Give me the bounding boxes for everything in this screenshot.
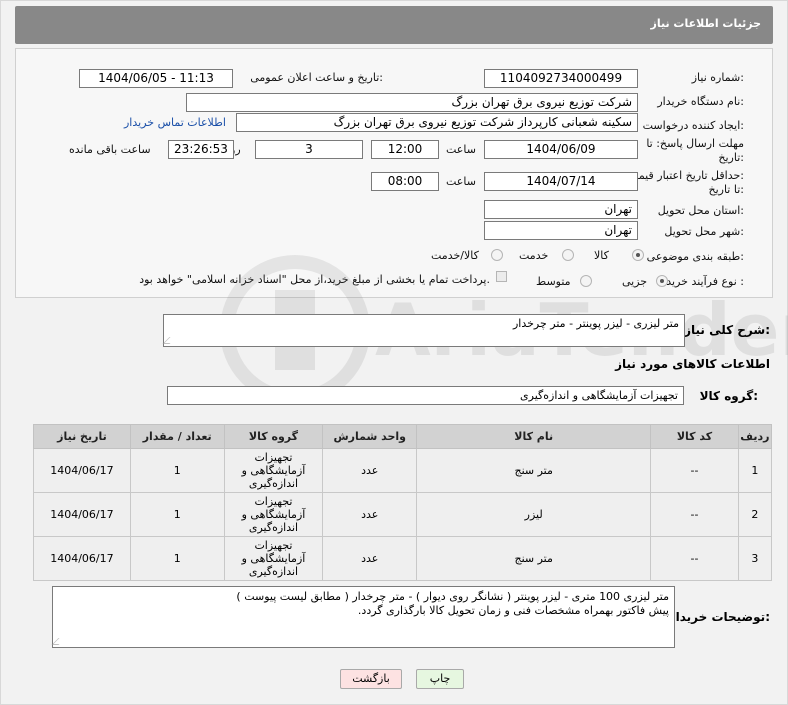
days-field[interactable]: 3 — [255, 140, 363, 159]
remaining-time-field[interactable]: 23:26:53 — [168, 140, 234, 159]
cell-group-line: تجهیزات — [254, 495, 293, 508]
buyer-notes-label: توضیحات خریدار: — [668, 610, 770, 624]
process-radio-medium[interactable] — [580, 275, 592, 287]
table-row: 1 -- متر سنج عدد تجهیزات آزمایشگاهی و اندا… — [33, 448, 773, 493]
cell-group-line: اندازه‌گیری — [248, 521, 299, 534]
cell-code: -- — [650, 536, 739, 581]
cell-date: 1404/06/17 — [33, 492, 131, 537]
col-qty: تعداد / مقدار — [129, 424, 225, 449]
summary-text: متر لیزری - لیزر پوینتر - متر چرخدار — [512, 317, 679, 330]
process-radio-minor[interactable] — [656, 275, 668, 287]
need-number-field[interactable]: 1104092734000499 — [484, 69, 638, 88]
city-field[interactable]: تهران — [484, 221, 638, 240]
category-radio-goods[interactable] — [632, 249, 644, 261]
cell-group: تجهیزات آزمایشگاهی و اندازه‌گیری — [223, 448, 324, 493]
col-name: نام کالا — [416, 424, 652, 449]
col-row: ردیف — [737, 424, 773, 449]
resize-grip-icon[interactable] — [51, 638, 66, 645]
cell-group-line: اندازه‌گیری — [248, 477, 299, 490]
cell-group-line: آزمایشگاهی و — [241, 552, 306, 565]
city-label: شهر محل تحویل: — [664, 225, 744, 238]
treasury-checkbox[interactable] — [496, 271, 507, 282]
validity-time-label: ساعت — [446, 175, 476, 188]
table-header-row: ردیف کد کالا نام کالا واحد شمارش گروه کا… — [33, 424, 773, 449]
category-label: طبقه بندی موضوعی: — [646, 250, 744, 263]
items-section-title: اطلاعات کالاهای مورد نیاز — [615, 357, 770, 371]
buyer-notes-line: پیش فاکتور بهمراه مشخصات فنی و زمان تحوی… — [357, 604, 669, 617]
validity-time-field[interactable]: 08:00 — [371, 172, 439, 191]
cell-row: 1 — [737, 448, 773, 493]
buyer-contact-link[interactable]: اطلاعات تماس خریدار — [124, 116, 226, 129]
buyer-org-field[interactable]: شرکت توزیع نیروی برق تهران بزرگ — [186, 93, 638, 112]
cell-date: 1404/06/17 — [33, 448, 131, 493]
buyer-notes-textarea[interactable]: متر لیزری 100 متری - لیزر پوینتر ( نشانگ… — [51, 586, 675, 648]
cell-code: -- — [650, 492, 739, 537]
print-button[interactable]: چاپ — [416, 669, 464, 689]
remaining-label: ساعت باقی مانده — [69, 143, 151, 156]
table-row: 2 -- لیزر عدد تجهیزات آزمایشگاهی و اندازه‌… — [33, 492, 773, 537]
province-field[interactable]: تهران — [484, 200, 638, 219]
category-radio-service[interactable] — [562, 249, 574, 261]
announce-date-label: تاریخ و ساعت اعلان عمومی: — [250, 71, 383, 84]
resize-grip-icon[interactable] — [162, 337, 177, 344]
validity-label: حداقل تاریخ اعتبار قیمت: — [628, 169, 744, 182]
col-code: کد کالا — [650, 424, 739, 449]
cell-group-line: آزمایشگاهی و — [241, 508, 306, 521]
validity-label-date: تا تاریخ: — [708, 183, 744, 196]
category-option-goods: کالا — [594, 249, 609, 262]
summary-textarea[interactable]: متر لیزری - لیزر پوینتر - متر چرخدار — [162, 314, 685, 347]
cell-date: 1404/06/17 — [33, 536, 131, 581]
deadline-time-label: ساعت — [446, 143, 476, 156]
category-option-service: خدمت — [519, 249, 549, 262]
cell-name: لیزر — [416, 492, 652, 537]
cell-row: 2 — [737, 492, 773, 537]
cell-group-line: تجهیزات — [254, 539, 293, 552]
title-bar: جزئیات اطلاعات نیاز — [15, 6, 773, 44]
need-info-panel: شماره نیاز: 1104092734000499 تاریخ و ساع… — [15, 48, 773, 298]
creator-label: ایجاد کننده درخواست: — [642, 119, 744, 132]
cell-code: -- — [650, 448, 739, 493]
back-button[interactable]: بازگشت — [340, 669, 402, 689]
cell-group-line: آزمایشگاهی و — [241, 464, 306, 477]
cell-name: متر سنج — [416, 536, 652, 581]
buyer-org-label: نام دستگاه خریدار: — [657, 95, 744, 108]
deadline-label: مهلت ارسال پاسخ: تا — [646, 137, 744, 150]
need-number-label: شماره نیاز: — [691, 71, 744, 84]
summary-label: شرح کلی نیاز: — [684, 323, 770, 337]
col-date: تاریخ نیاز — [33, 424, 131, 449]
table-row: 3 -- متر سنج عدد تجهیزات آزمایشگاهی و اندا… — [33, 536, 773, 581]
process-option-medium: متوسط — [536, 275, 571, 288]
cell-qty: 1 — [129, 492, 225, 537]
cell-unit: عدد — [322, 492, 418, 537]
page-title: جزئیات اطلاعات نیاز — [650, 17, 762, 30]
process-option-minor: جزیی — [622, 275, 648, 288]
cell-group: تجهیزات آزمایشگاهی و اندازه‌گیری — [223, 536, 324, 581]
deadline-label-date: تاریخ: — [718, 151, 744, 164]
goods-group-label: گروه کالا: — [699, 389, 758, 403]
creator-field[interactable]: سکینه شعبانی کارپرداز شرکت توزیع نیروی ب… — [236, 113, 638, 132]
cell-qty: 1 — [129, 448, 225, 493]
deadline-time-field[interactable]: 12:00 — [371, 140, 439, 159]
cell-group-line: تجهیزات — [254, 451, 293, 464]
cell-unit: عدد — [322, 536, 418, 581]
announce-date-field[interactable]: 1404/06/05 - 11:13 — [79, 69, 233, 88]
province-label: استان محل تحویل: — [657, 204, 744, 217]
items-table: ردیف کد کالا نام کالا واحد شمارش گروه کا… — [33, 424, 773, 581]
cell-group: تجهیزات آزمایشگاهی و اندازه‌گیری — [223, 492, 324, 537]
validity-date-field[interactable]: 1404/07/14 — [484, 172, 638, 191]
category-radio-both[interactable] — [491, 249, 503, 261]
cell-unit: عدد — [322, 448, 418, 493]
category-option-both: کالا/خدمت — [431, 249, 479, 262]
cell-row: 3 — [737, 536, 773, 581]
col-unit: واحد شمارش — [322, 424, 418, 449]
deadline-date-field[interactable]: 1404/06/09 — [484, 140, 638, 159]
col-group: گروه کالا — [223, 424, 324, 449]
process-label: نوع فرآیند خرید : — [666, 275, 744, 288]
cell-qty: 1 — [129, 536, 225, 581]
treasury-note: پرداخت تمام یا بخشی از مبلغ خرید،از محل … — [139, 273, 490, 286]
cell-name: متر سنج — [416, 448, 652, 493]
buyer-notes-line: متر لیزری 100 متری - لیزر پوینتر ( نشانگ… — [236, 590, 669, 603]
goods-group-field[interactable]: تجهیزات آزمایشگاهی و اندازه‌گیری — [167, 386, 684, 405]
cell-group-line: اندازه‌گیری — [248, 565, 299, 578]
